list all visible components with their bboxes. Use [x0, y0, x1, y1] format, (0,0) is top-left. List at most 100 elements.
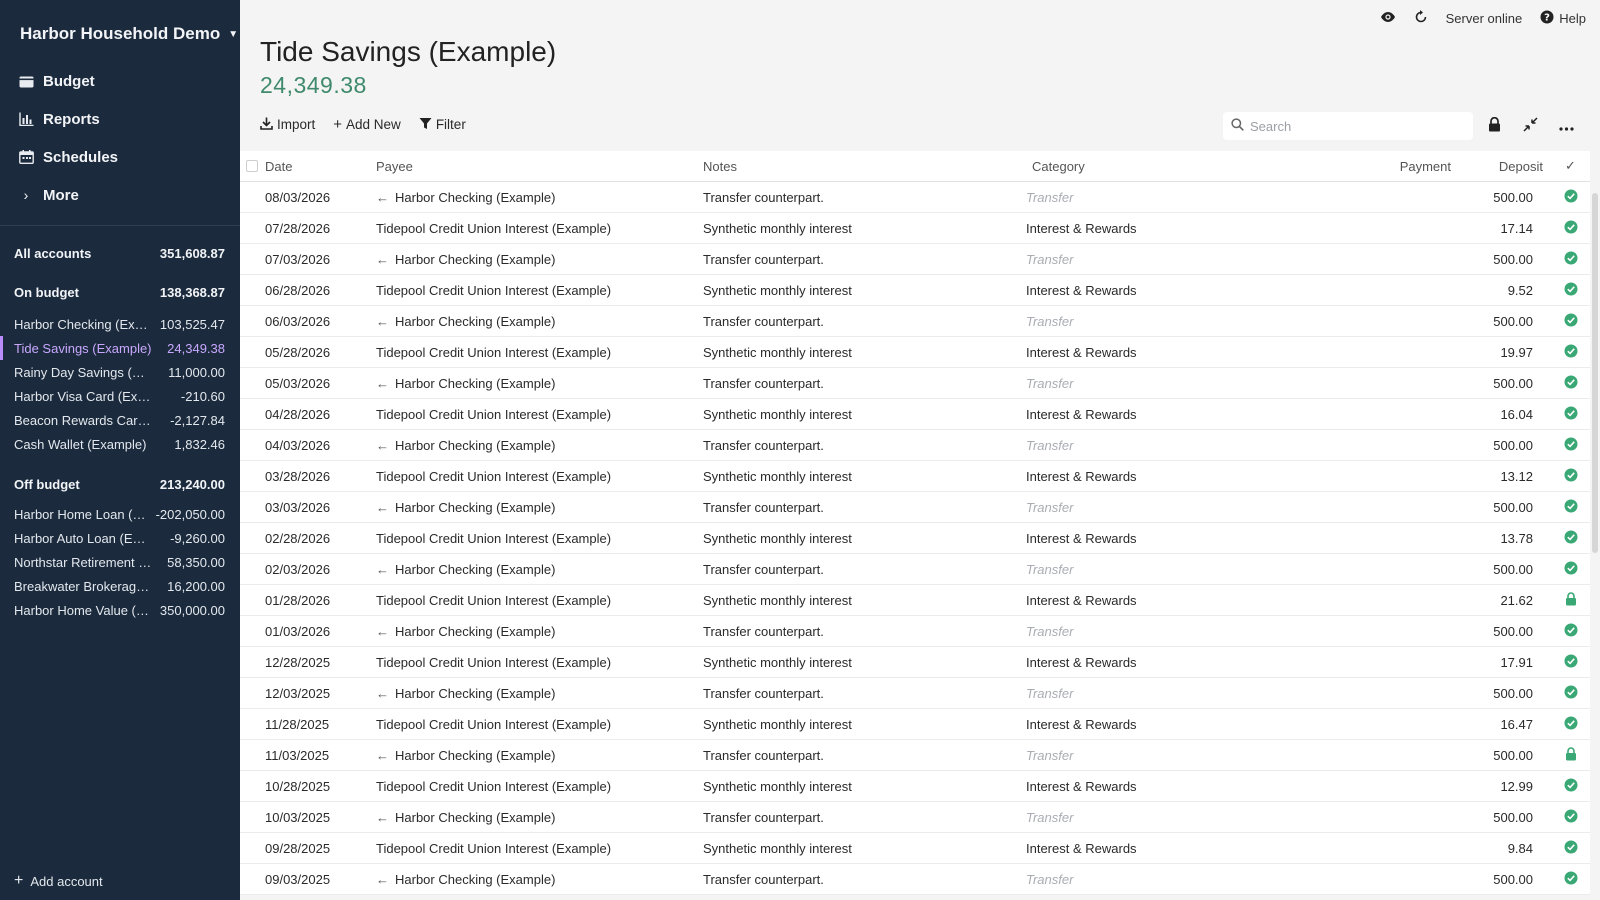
header-payment[interactable]: Payment — [1356, 159, 1451, 174]
header-payee[interactable]: Payee — [376, 159, 701, 174]
payee-cell[interactable]: Tidepool Credit Union Interest (Example) — [376, 469, 701, 484]
table-row[interactable]: 01/28/2026 Tidepool Credit Union Interest… — [240, 585, 1590, 616]
table-row[interactable]: 08/03/2026 ← Harbor Checking (Example) Tran… — [240, 182, 1590, 213]
deposit-cell[interactable]: 17.91 — [1451, 655, 1551, 670]
table-row[interactable]: 07/28/2026 Tidepool Credit Union Interest… — [240, 213, 1590, 244]
date-cell[interactable]: 10/28/2025 — [264, 779, 376, 794]
deposit-cell[interactable]: 500.00 — [1451, 376, 1551, 391]
nav-reports[interactable]: Reports — [0, 100, 240, 138]
table-row[interactable]: 11/28/2025 Tidepool Credit Union Interest… — [240, 709, 1590, 740]
category-cell[interactable]: Interest & Rewards — [1026, 593, 1356, 608]
deposit-cell[interactable]: 9.84 — [1451, 841, 1551, 856]
deposit-cell[interactable]: 13.78 — [1451, 531, 1551, 546]
notes-cell[interactable]: Transfer counterpart. — [701, 810, 1026, 825]
table-row[interactable]: 06/03/2026 ← Harbor Checking (Example) Tran… — [240, 306, 1590, 337]
notes-cell[interactable]: Transfer counterpart. — [701, 438, 1026, 453]
table-row[interactable]: 03/03/2026 ← Harbor Checking (Example) Tran… — [240, 492, 1590, 523]
date-cell[interactable]: 04/28/2026 — [264, 407, 376, 422]
cleared-cell[interactable] — [1551, 344, 1590, 361]
cleared-cell[interactable] — [1551, 871, 1590, 888]
notes-cell[interactable]: Synthetic monthly interest — [701, 841, 1026, 856]
table-row[interactable]: 10/03/2025 ← Harbor Checking (Example) Tran… — [240, 802, 1590, 833]
deposit-cell[interactable]: 19.97 — [1451, 345, 1551, 360]
payee-cell[interactable]: ← Harbor Checking (Example) — [376, 500, 701, 515]
notes-cell[interactable]: Synthetic monthly interest — [701, 469, 1026, 484]
deposit-cell[interactable]: 500.00 — [1451, 438, 1551, 453]
payee-cell[interactable]: ← Harbor Checking (Example) — [376, 438, 701, 453]
deposit-cell[interactable]: 12.99 — [1451, 779, 1551, 794]
nav-budget[interactable]: Budget — [0, 62, 240, 100]
payee-cell[interactable]: ← Harbor Checking (Example) — [376, 748, 701, 763]
table-row[interactable]: 02/28/2026 Tidepool Credit Union Interest… — [240, 523, 1590, 554]
date-cell[interactable]: 12/28/2025 — [264, 655, 376, 670]
category-cell[interactable]: Transfer — [1026, 624, 1356, 639]
date-cell[interactable]: 06/28/2026 — [264, 283, 376, 298]
account-balance[interactable]: 24,349.38 — [260, 72, 367, 99]
notes-cell[interactable]: Synthetic monthly interest — [701, 779, 1026, 794]
payee-cell[interactable]: Tidepool Credit Union Interest (Example) — [376, 717, 701, 732]
payee-cell[interactable]: ← Harbor Checking (Example) — [376, 624, 701, 639]
account-title[interactable]: Tide Savings (Example) — [260, 36, 556, 68]
header-notes[interactable]: Notes — [701, 159, 1026, 174]
sidebar-account-row[interactable]: Northstar Retirement (Example) 58,350.00 — [0, 550, 240, 574]
payee-cell[interactable]: ← Harbor Checking (Example) — [376, 810, 701, 825]
cleared-cell[interactable] — [1551, 716, 1590, 733]
notes-cell[interactable]: Transfer counterpart. — [701, 872, 1026, 887]
category-cell[interactable]: Transfer — [1026, 686, 1356, 701]
deposit-cell[interactable]: 21.62 — [1451, 593, 1551, 608]
payee-cell[interactable]: Tidepool Credit Union Interest (Example) — [376, 841, 701, 856]
reconcile-lock-button[interactable] — [1483, 114, 1505, 138]
deposit-cell[interactable]: 16.04 — [1451, 407, 1551, 422]
sidebar-account-row[interactable]: Tide Savings (Example) 24,349.38 — [0, 336, 240, 360]
deposit-cell[interactable]: 500.00 — [1451, 252, 1551, 267]
payee-cell[interactable]: ← Harbor Checking (Example) — [376, 314, 701, 329]
scrollbar-thumb[interactable] — [1592, 193, 1598, 553]
notes-cell[interactable]: Synthetic monthly interest — [701, 655, 1026, 670]
payee-cell[interactable]: ← Harbor Checking (Example) — [376, 872, 701, 887]
cleared-cell[interactable] — [1551, 840, 1590, 857]
category-cell[interactable]: Interest & Rewards — [1026, 841, 1356, 856]
header-date[interactable]: Date — [264, 159, 376, 174]
date-cell[interactable]: 01/28/2026 — [264, 593, 376, 608]
payee-cell[interactable]: Tidepool Credit Union Interest (Example) — [376, 407, 701, 422]
category-cell[interactable]: Transfer — [1026, 810, 1356, 825]
notes-cell[interactable]: Synthetic monthly interest — [701, 345, 1026, 360]
cleared-cell[interactable] — [1551, 654, 1590, 671]
table-row[interactable]: 04/03/2026 ← Harbor Checking (Example) Tran… — [240, 430, 1590, 461]
category-cell[interactable]: Transfer — [1026, 314, 1356, 329]
notes-cell[interactable]: Synthetic monthly interest — [701, 407, 1026, 422]
category-cell[interactable]: Transfer — [1026, 252, 1356, 267]
table-row[interactable]: 04/28/2026 Tidepool Credit Union Interest… — [240, 399, 1590, 430]
header-cleared[interactable]: ✓ — [1551, 158, 1590, 174]
category-cell[interactable]: Interest & Rewards — [1026, 283, 1356, 298]
notes-cell[interactable]: Transfer counterpart. — [701, 314, 1026, 329]
date-cell[interactable]: 03/03/2026 — [264, 500, 376, 515]
budget-switcher[interactable]: Harbor Household Demo ▼ — [20, 24, 238, 44]
off-budget-header[interactable]: Off budget 213,240.00 — [0, 472, 240, 496]
select-all-checkbox[interactable] — [246, 160, 258, 172]
category-cell[interactable]: Transfer — [1026, 748, 1356, 763]
deposit-cell[interactable]: 500.00 — [1451, 190, 1551, 205]
date-cell[interactable]: 05/28/2026 — [264, 345, 376, 360]
date-cell[interactable]: 02/03/2026 — [264, 562, 376, 577]
header-category[interactable]: Category — [1026, 159, 1356, 174]
cleared-cell[interactable] — [1551, 189, 1590, 206]
notes-cell[interactable]: Transfer counterpart. — [701, 252, 1026, 267]
date-cell[interactable]: 11/03/2025 — [264, 748, 376, 763]
table-row[interactable]: 12/28/2025 Tidepool Credit Union Interest… — [240, 647, 1590, 678]
table-row[interactable]: 12/03/2025 ← Harbor Checking (Example) Tran… — [240, 678, 1590, 709]
deposit-cell[interactable]: 500.00 — [1451, 872, 1551, 887]
payee-cell[interactable]: ← Harbor Checking (Example) — [376, 686, 701, 701]
payee-cell[interactable]: Tidepool Credit Union Interest (Example) — [376, 531, 701, 546]
table-row[interactable]: 09/03/2025 ← Harbor Checking (Example) Tran… — [240, 864, 1590, 895]
cleared-cell[interactable] — [1551, 591, 1590, 609]
date-cell[interactable]: 03/28/2026 — [264, 469, 376, 484]
payee-cell[interactable]: Tidepool Credit Union Interest (Example) — [376, 221, 701, 236]
deposit-cell[interactable]: 500.00 — [1451, 562, 1551, 577]
cleared-cell[interactable] — [1551, 499, 1590, 516]
notes-cell[interactable]: Synthetic monthly interest — [701, 593, 1026, 608]
sidebar-account-row[interactable]: Harbor Checking (Example) 103,525.47 — [0, 312, 240, 336]
cleared-cell[interactable] — [1551, 406, 1590, 423]
collapse-button[interactable] — [1519, 114, 1541, 138]
category-cell[interactable]: Transfer — [1026, 872, 1356, 887]
